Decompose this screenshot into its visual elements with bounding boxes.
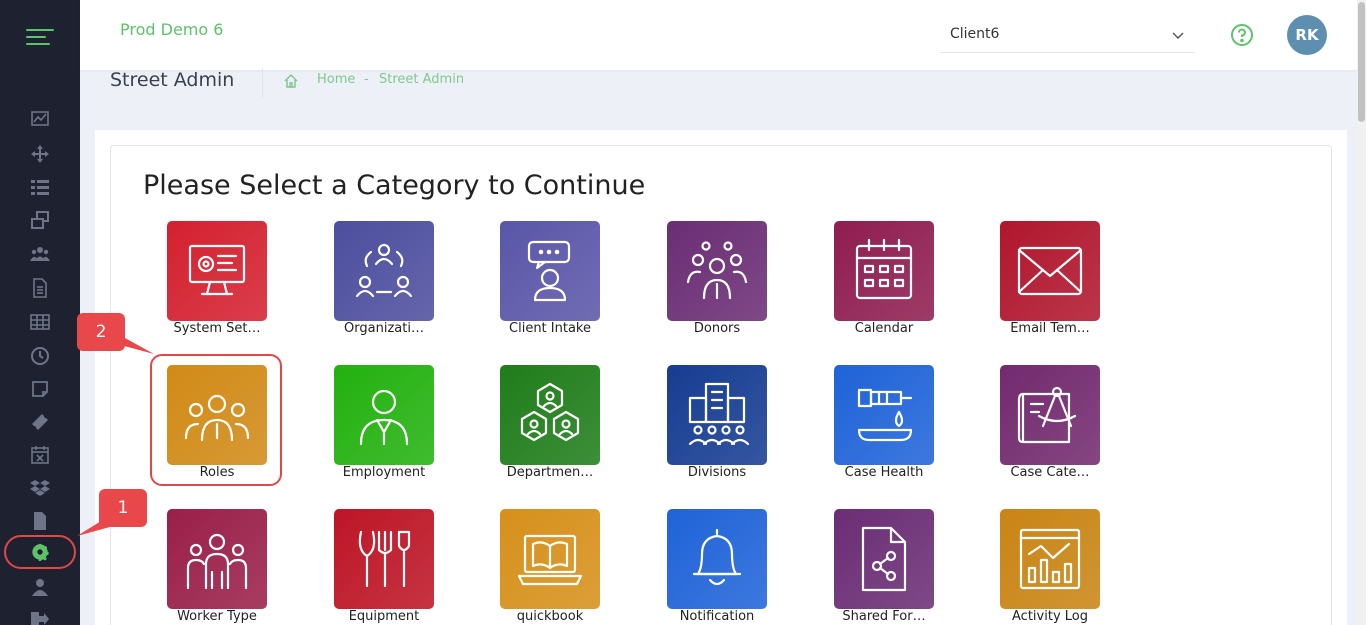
list-icon[interactable] (28, 176, 52, 198)
category-tile[interactable] (334, 365, 434, 465)
sidebar (0, 0, 80, 625)
table-grid-icon[interactable] (28, 311, 52, 333)
category-tile[interactable] (1000, 365, 1100, 465)
calendar-x-icon[interactable] (28, 444, 52, 466)
category-tile-label[interactable]: Case Cate… (990, 465, 1110, 480)
organization-cycle-icon (355, 243, 413, 298)
callout-1: 1 (99, 489, 147, 527)
client-select[interactable]: Client6 (940, 17, 1194, 53)
employee-icon (359, 389, 409, 446)
blueprint-compass-icon (1017, 386, 1077, 444)
windows-clone-icon[interactable] (28, 209, 52, 231)
avatar[interactable]: RK (1287, 15, 1327, 55)
category-tile[interactable] (834, 221, 934, 321)
computer-settings-icon (188, 244, 246, 296)
category-tile[interactable] (667, 221, 767, 321)
user-icon[interactable] (28, 576, 52, 598)
health-syringe-icon (857, 388, 913, 442)
category-tile-label[interactable]: quickbook (490, 609, 610, 624)
category-tile-label[interactable]: Equipment (324, 609, 444, 624)
help-question-icon[interactable] (1230, 23, 1254, 47)
settings-gear-highlight[interactable] (4, 535, 76, 569)
breadcrumb-home[interactable]: Home (317, 72, 355, 87)
category-tile-label[interactable]: Divisions (657, 465, 777, 480)
dashboard-chart-icon[interactable] (28, 108, 52, 130)
category-tile-label[interactable]: Donors (657, 321, 777, 336)
garden-tools-icon (358, 530, 411, 588)
shared-file-icon (861, 526, 907, 592)
category-tile-label[interactable]: Worker Type (157, 609, 277, 624)
category-tile-label[interactable]: Notification (657, 609, 777, 624)
category-tile[interactable] (834, 365, 934, 465)
gear-icon (32, 543, 49, 561)
roles-highlight-outline (150, 354, 282, 486)
scrollbar-thumb[interactable] (1358, 2, 1365, 122)
logout-icon[interactable] (28, 608, 52, 625)
sticky-note-icon[interactable] (28, 378, 52, 400)
top-header: Prod Demo 6 Client6 RK (80, 0, 1357, 70)
envelope-icon (1017, 246, 1083, 296)
category-tile-label[interactable]: Email Tem… (990, 321, 1110, 336)
category-tile-label[interactable]: Shared For… (824, 609, 944, 624)
category-tile-label[interactable]: Employment (324, 465, 444, 480)
menu-toggle-icon[interactable] (26, 28, 54, 46)
category-heading: Please Select a Category to Continue (143, 170, 646, 201)
activity-chart-icon (1019, 528, 1081, 590)
category-tile[interactable] (667, 509, 767, 609)
category-tile-label[interactable]: Client Intake (490, 321, 610, 336)
clock-icon[interactable] (28, 345, 52, 367)
department-hexagon-icon (520, 382, 580, 442)
breadcrumb-current[interactable]: Street Admin (379, 72, 464, 87)
category-tile[interactable] (834, 509, 934, 609)
home-icon[interactable] (283, 73, 299, 89)
client-select-value: Client6 (950, 26, 1000, 42)
document-icon[interactable] (28, 277, 52, 299)
subheader-divider (262, 68, 263, 98)
category-tile-label[interactable]: Departmen… (490, 465, 610, 480)
category-tile[interactable] (667, 365, 767, 465)
category-tile[interactable] (1000, 221, 1100, 321)
category-tile[interactable] (167, 509, 267, 609)
category-tile[interactable] (500, 365, 600, 465)
breadcrumb-separator: - (364, 72, 369, 87)
workers-icon (186, 533, 248, 590)
category-tile[interactable] (500, 221, 600, 321)
category-tile-label[interactable]: Calendar (824, 321, 944, 336)
move-arrows-icon[interactable] (28, 143, 52, 165)
donors-group-icon (686, 241, 748, 300)
category-tile-label[interactable]: Case Health (824, 465, 944, 480)
file-icon[interactable] (28, 510, 52, 532)
building-people-icon (688, 382, 750, 446)
category-tile-label[interactable]: Activity Log (990, 609, 1110, 624)
users-group-icon[interactable] (28, 243, 52, 265)
category-tile[interactable] (334, 509, 434, 609)
callout-2: 2 (77, 313, 125, 351)
category-tile[interactable] (500, 509, 600, 609)
ticket-icon[interactable] (28, 411, 52, 433)
client-chat-icon (527, 240, 571, 302)
category-tile[interactable] (1000, 509, 1100, 609)
category-tile[interactable] (334, 221, 434, 321)
page-title: Street Admin (110, 69, 235, 91)
laptop-book-icon (517, 534, 583, 586)
brand-title: Prod Demo 6 (120, 20, 224, 39)
chevron-down-icon (1172, 32, 1184, 39)
bell-icon (692, 528, 742, 586)
category-tile-label[interactable]: Organizati… (324, 321, 444, 336)
dropbox-icon[interactable] (28, 477, 52, 499)
calendar-icon (855, 238, 913, 300)
category-tile[interactable] (167, 221, 267, 321)
category-tile-label[interactable]: System Set… (157, 321, 277, 336)
